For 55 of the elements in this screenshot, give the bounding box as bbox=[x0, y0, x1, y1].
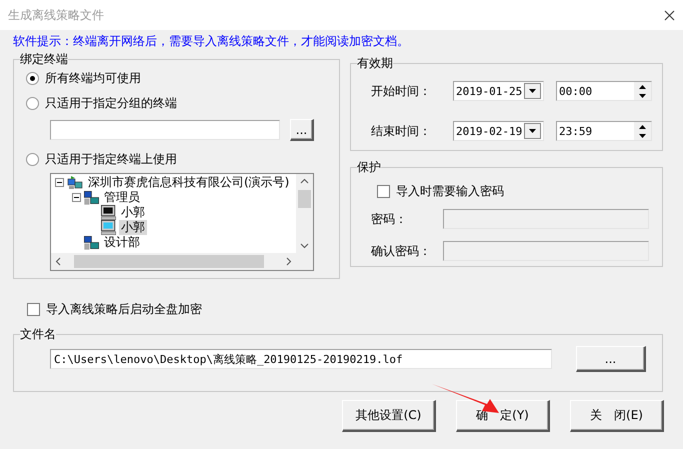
caret-up-icon bbox=[639, 124, 646, 128]
computer-group-icon bbox=[84, 236, 99, 250]
close-icon[interactable] bbox=[664, 10, 675, 20]
checkbox-label: 导入离线策略后启动全盘加密 bbox=[46, 301, 202, 318]
date-picker[interactable]: 2019-01-25 bbox=[453, 81, 544, 101]
radio-button[interactable] bbox=[26, 153, 39, 166]
chevron-up-icon[interactable] bbox=[300, 177, 309, 186]
option-label: 所有终端均可使用 bbox=[45, 70, 141, 87]
browse-button[interactable]: ... bbox=[576, 346, 646, 372]
window-title: 生成离线策略文件 bbox=[8, 6, 104, 24]
hint-text: 软件提示：终端离开网络后，需要导入离线策略文件，才能阅读加密文档。 bbox=[13, 33, 410, 49]
field-label: 密码： bbox=[371, 210, 408, 228]
field-label: 结束时间： bbox=[371, 122, 431, 140]
dialog-button[interactable]: 其他设置(C) bbox=[342, 400, 436, 432]
tree-item[interactable]: 设计部 bbox=[102, 235, 142, 250]
chevron-down-icon[interactable] bbox=[300, 241, 309, 250]
option-label: 只适用于指定终端上使用 bbox=[45, 151, 177, 168]
dialog-button[interactable]: 关 闭(E) bbox=[570, 400, 664, 432]
browse-button[interactable]: ... bbox=[290, 119, 314, 141]
caret-down-icon bbox=[639, 94, 646, 98]
group-field[interactable] bbox=[50, 120, 280, 140]
file-path-field[interactable]: C:\Users\lenovo\Desktop\离线策略_20190125-20190219.lof bbox=[50, 349, 552, 369]
horizontal-scrollbar[interactable] bbox=[51, 253, 296, 270]
radio-button[interactable] bbox=[26, 72, 39, 85]
tree-item[interactable]: 深圳市赛虎信息科技有限公司(演示号) bbox=[86, 175, 292, 190]
caret-up-icon bbox=[639, 84, 646, 88]
group-title: 绑定终端 bbox=[20, 53, 68, 65]
time-spinner[interactable]: 00:00 bbox=[556, 81, 652, 101]
time-spinner[interactable]: 23:59 bbox=[556, 121, 652, 141]
collapse-icon[interactable] bbox=[55, 178, 64, 187]
chevron-left-icon[interactable] bbox=[54, 257, 63, 266]
chevron-right-icon[interactable] bbox=[284, 257, 293, 266]
option-label: 只适用于指定分组的终端 bbox=[45, 95, 177, 112]
scrollbar-thumb[interactable] bbox=[298, 190, 311, 208]
date-picker[interactable]: 2019-02-19 bbox=[453, 121, 544, 141]
vertical-scrollbar[interactable] bbox=[296, 174, 313, 253]
collapse-icon[interactable] bbox=[72, 193, 81, 202]
dialog-button[interactable]: 确 定(Y) bbox=[456, 400, 550, 432]
checkbox-label: 导入时需要输入密码 bbox=[396, 183, 504, 200]
caret-down-icon bbox=[639, 134, 646, 138]
tree-item[interactable]: 小郭 bbox=[119, 205, 147, 220]
network-computers-icon bbox=[67, 176, 83, 190]
caret-down-icon bbox=[529, 129, 536, 133]
field-label: 开始时间： bbox=[371, 82, 431, 100]
field-label: 确认密码： bbox=[371, 242, 432, 260]
scrollbar-thumb[interactable] bbox=[74, 255, 264, 268]
group-title: 有效期 bbox=[357, 57, 393, 69]
tree-item[interactable]: 管理员 bbox=[102, 190, 142, 205]
tree-item[interactable]: 小郭 bbox=[119, 220, 147, 235]
group-title: 文件名 bbox=[20, 328, 56, 340]
group-title: 保护 bbox=[357, 161, 381, 173]
caret-down-icon bbox=[529, 89, 536, 93]
computer-group-icon bbox=[84, 190, 99, 204]
checkbox[interactable] bbox=[27, 303, 40, 316]
radio-button[interactable] bbox=[26, 97, 39, 110]
